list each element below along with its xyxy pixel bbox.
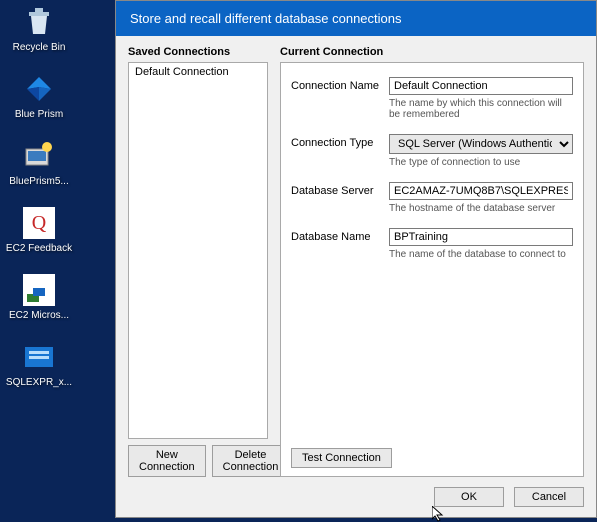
connection-type-help: The type of connection to use — [389, 157, 573, 168]
desktop-label: Blue Prism — [15, 109, 63, 120]
dialog-body: Saved Connections Default Connection New… — [116, 36, 596, 477]
current-connection-header: Current Connection — [280, 46, 584, 58]
blue-prism-icon — [21, 71, 57, 107]
current-connection-panel: Current Connection Connection Name The n… — [280, 46, 584, 477]
url-icon: Q — [21, 205, 57, 241]
test-connection-button[interactable]: Test Connection — [291, 448, 392, 468]
saved-connections-list[interactable]: Default Connection — [128, 62, 268, 439]
database-server-help: The hostname of the database server — [389, 203, 573, 214]
url-icon — [21, 272, 57, 308]
installer-icon — [21, 138, 57, 174]
cancel-button[interactable]: Cancel — [514, 487, 584, 507]
archive-icon — [21, 339, 57, 375]
database-name-input[interactable] — [389, 228, 573, 246]
desktop-icon-ec2-micros[interactable]: EC2 Micros... — [4, 272, 74, 321]
saved-connections-header: Saved Connections — [128, 46, 268, 58]
ok-button[interactable]: OK — [434, 487, 504, 507]
connection-type-select[interactable]: SQL Server (Windows Authentication) — [389, 134, 573, 154]
desktop-icon-sqlexpr[interactable]: SQLEXPR_x... — [4, 339, 74, 388]
delete-connection-button[interactable]: Delete Connection — [212, 445, 290, 477]
recycle-bin-icon — [21, 4, 57, 40]
new-connection-button[interactable]: New Connection — [128, 445, 206, 477]
connection-name-input[interactable] — [389, 77, 573, 95]
list-item[interactable]: Default Connection — [129, 63, 267, 81]
desktop-icon-blueprism5[interactable]: BluePrism5... — [4, 138, 74, 187]
desktop-label: BluePrism5... — [9, 176, 68, 187]
saved-connections-panel: Saved Connections Default Connection New… — [128, 46, 268, 477]
connection-name-help: The name by which this connection will b… — [389, 98, 573, 120]
svg-text:Q: Q — [32, 212, 47, 234]
desktop-label: EC2 Micros... — [9, 310, 69, 321]
form-area: Connection Name The name by which this c… — [280, 62, 584, 477]
desktop-label: SQLEXPR_x... — [6, 377, 72, 388]
desktop-icon-ec2-feedback[interactable]: Q EC2 Feedback — [4, 205, 74, 254]
dialog-button-bar: OK Cancel — [116, 477, 596, 517]
desktop: Recycle Bin Blue Prism BluePrism5... Q E… — [0, 0, 115, 518]
desktop-icon-recycle-bin[interactable]: Recycle Bin — [4, 4, 74, 53]
desktop-icon-blue-prism[interactable]: Blue Prism — [4, 71, 74, 120]
desktop-label: Recycle Bin — [13, 42, 66, 53]
database-server-input[interactable] — [389, 182, 573, 200]
connection-dialog: Store and recall different database conn… — [115, 0, 597, 518]
connection-name-label: Connection Name — [291, 77, 389, 92]
database-server-label: Database Server — [291, 182, 389, 197]
database-name-label: Database Name — [291, 228, 389, 243]
desktop-label: EC2 Feedback — [6, 243, 72, 254]
dialog-title: Store and recall different database conn… — [116, 1, 596, 36]
connection-type-label: Connection Type — [291, 134, 389, 149]
database-name-help: The name of the database to connect to — [389, 249, 573, 260]
